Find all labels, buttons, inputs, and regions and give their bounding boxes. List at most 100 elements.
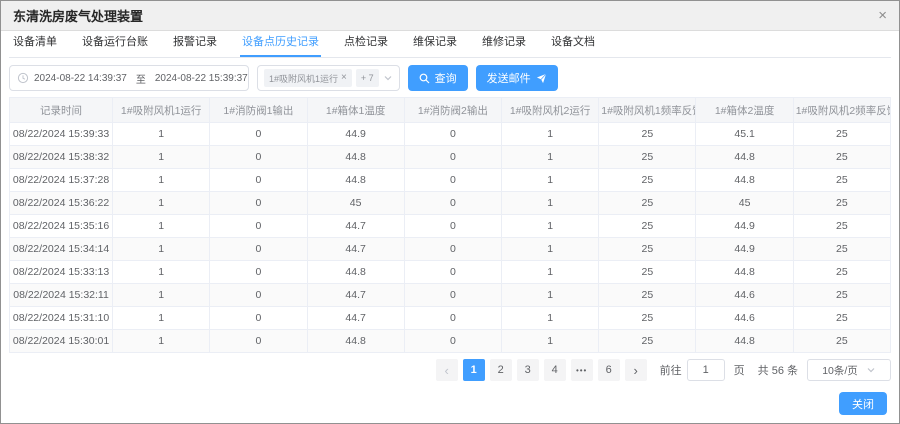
tab-equipment-list[interactable]: 设备清单 [11,33,59,57]
tabs: 设备清单设备运行台账报警记录设备点历史记录点检记录维保记录维修记录设备文档 [9,31,891,58]
page-button-1[interactable]: 1 [463,359,485,381]
pagination: ‹ 1234•••6 › 前往 页 共 56 条 10条/页 [9,359,891,381]
column-header: 1#吸附风机2频率反馈 [793,98,890,123]
table-row: 08/22/2024 15:37:281044.8012544.825 [10,169,891,192]
selected-point-label: 1#吸附风机1运行 [269,72,338,85]
table-row: 08/22/2024 15:30:011044.8012544.825 [10,330,891,353]
table-cell: 1 [113,307,210,330]
table-cell: 08/22/2024 15:31:10 [10,307,113,330]
table-cell: 1 [113,192,210,215]
table-cell: 0 [404,146,501,169]
table-cell: 1 [113,238,210,261]
page-size-select[interactable]: 10条/页 [807,359,891,381]
page-button-2[interactable]: 2 [490,359,512,381]
column-header: 1#消防阀2输出 [404,98,501,123]
table-cell: 44.8 [696,146,793,169]
date-start[interactable]: 2024-08-22 14:39:37 [34,73,127,84]
table-cell: 1 [502,146,599,169]
table-cell: 44.8 [696,169,793,192]
table-cell: 25 [793,146,890,169]
table-cell: 1 [502,307,599,330]
tab-inspection-records[interactable]: 点检记录 [342,33,390,57]
close-button[interactable]: 关闭 [839,392,887,415]
table-cell: 25 [599,192,696,215]
table-cell: 0 [210,330,307,353]
tab-point-history[interactable]: 设备点历史记录 [240,33,321,57]
table-cell: 25 [793,215,890,238]
goto-label: 前往 [660,362,682,378]
table-cell: 1 [113,261,210,284]
tab-equipment-docs[interactable]: 设备文档 [549,33,597,57]
table-cell: 25 [599,238,696,261]
column-header: 1#吸附风机1运行 [113,98,210,123]
table-cell: 0 [404,169,501,192]
table-header-row: 记录时间1#吸附风机1运行1#消防阀1输出1#箱体1温度1#消防阀2输出1#吸附… [10,98,891,123]
goto-page-input[interactable] [687,359,725,381]
send-icon [536,73,547,84]
total-count-label: 共 56 条 [758,362,798,378]
table-cell: 25 [599,169,696,192]
table-cell: 1 [113,284,210,307]
table-cell: 45.1 [696,123,793,146]
tab-repair-records[interactable]: 维修记录 [480,33,528,57]
table-cell: 1 [113,215,210,238]
table-cell: 25 [793,261,890,284]
prev-page-button[interactable]: ‹ [436,359,458,381]
date-separator: 至 [136,71,146,86]
page-button-6[interactable]: 6 [598,359,620,381]
page-size-label: 10条/页 [822,363,858,378]
table-cell: 08/22/2024 15:38:32 [10,146,113,169]
table-cell: 44.8 [696,261,793,284]
close-icon[interactable]: × [878,8,887,23]
table-cell: 1 [502,261,599,284]
column-header: 1#箱体2温度 [696,98,793,123]
table-cell: 08/22/2024 15:30:01 [10,330,113,353]
table-cell: 25 [793,192,890,215]
table-cell: 08/22/2024 15:32:11 [10,284,113,307]
table-cell: 0 [210,123,307,146]
table-row: 08/22/2024 15:39:331044.9012545.125 [10,123,891,146]
table-cell: 0 [210,192,307,215]
table-row: 08/22/2024 15:34:141044.7012544.925 [10,238,891,261]
dialog-title: 东清洗房废气处理装置 [13,6,143,25]
table-cell: 1 [113,169,210,192]
table-cell: 44.8 [696,330,793,353]
table-cell: 25 [599,146,696,169]
table-cell: 1 [502,215,599,238]
page-ellipsis[interactable]: ••• [571,359,593,381]
dialog-footer: 关闭 [839,392,887,415]
table-cell: 25 [599,284,696,307]
tab-alarm-records[interactable]: 报警记录 [171,33,219,57]
table-cell: 08/22/2024 15:37:28 [10,169,113,192]
table-cell: 0 [210,169,307,192]
column-header: 1#消防阀1输出 [210,98,307,123]
table-cell: 1 [502,169,599,192]
table-cell: 25 [599,215,696,238]
table-cell: 25 [599,330,696,353]
point-multiselect[interactable]: 1#吸附风机1运行 × + 7 [257,65,400,91]
table-cell: 08/22/2024 15:35:16 [10,215,113,238]
table-cell: 1 [502,192,599,215]
page-button-3[interactable]: 3 [517,359,539,381]
date-end[interactable]: 2024-08-22 15:39:37 [155,73,248,84]
date-range-picker[interactable]: 2024-08-22 14:39:37 至 2024-08-22 15:39:3… [9,65,249,91]
table-cell: 08/22/2024 15:34:14 [10,238,113,261]
search-button[interactable]: 查询 [408,65,468,91]
send-mail-button[interactable]: 发送邮件 [476,65,558,91]
tab-maintenance-records[interactable]: 维保记录 [411,33,459,57]
page-button-4[interactable]: 4 [544,359,566,381]
table-cell: 25 [793,307,890,330]
table-row: 08/22/2024 15:33:131044.8012544.825 [10,261,891,284]
next-page-button[interactable]: › [625,359,647,381]
table-cell: 0 [404,215,501,238]
tab-operation-ledger[interactable]: 设备运行台账 [80,33,150,57]
table-cell: 0 [404,261,501,284]
history-table: 记录时间1#吸附风机1运行1#消防阀1输出1#箱体1温度1#消防阀2输出1#吸附… [9,97,891,353]
tag-close-icon[interactable]: × [341,73,347,83]
table-cell: 44.6 [696,284,793,307]
table-cell: 08/22/2024 15:39:33 [10,123,113,146]
table-body: 08/22/2024 15:39:331044.9012545.12508/22… [10,123,891,353]
column-header: 1#吸附风机2运行 [502,98,599,123]
table-cell: 08/22/2024 15:33:13 [10,261,113,284]
table-cell: 25 [793,123,890,146]
